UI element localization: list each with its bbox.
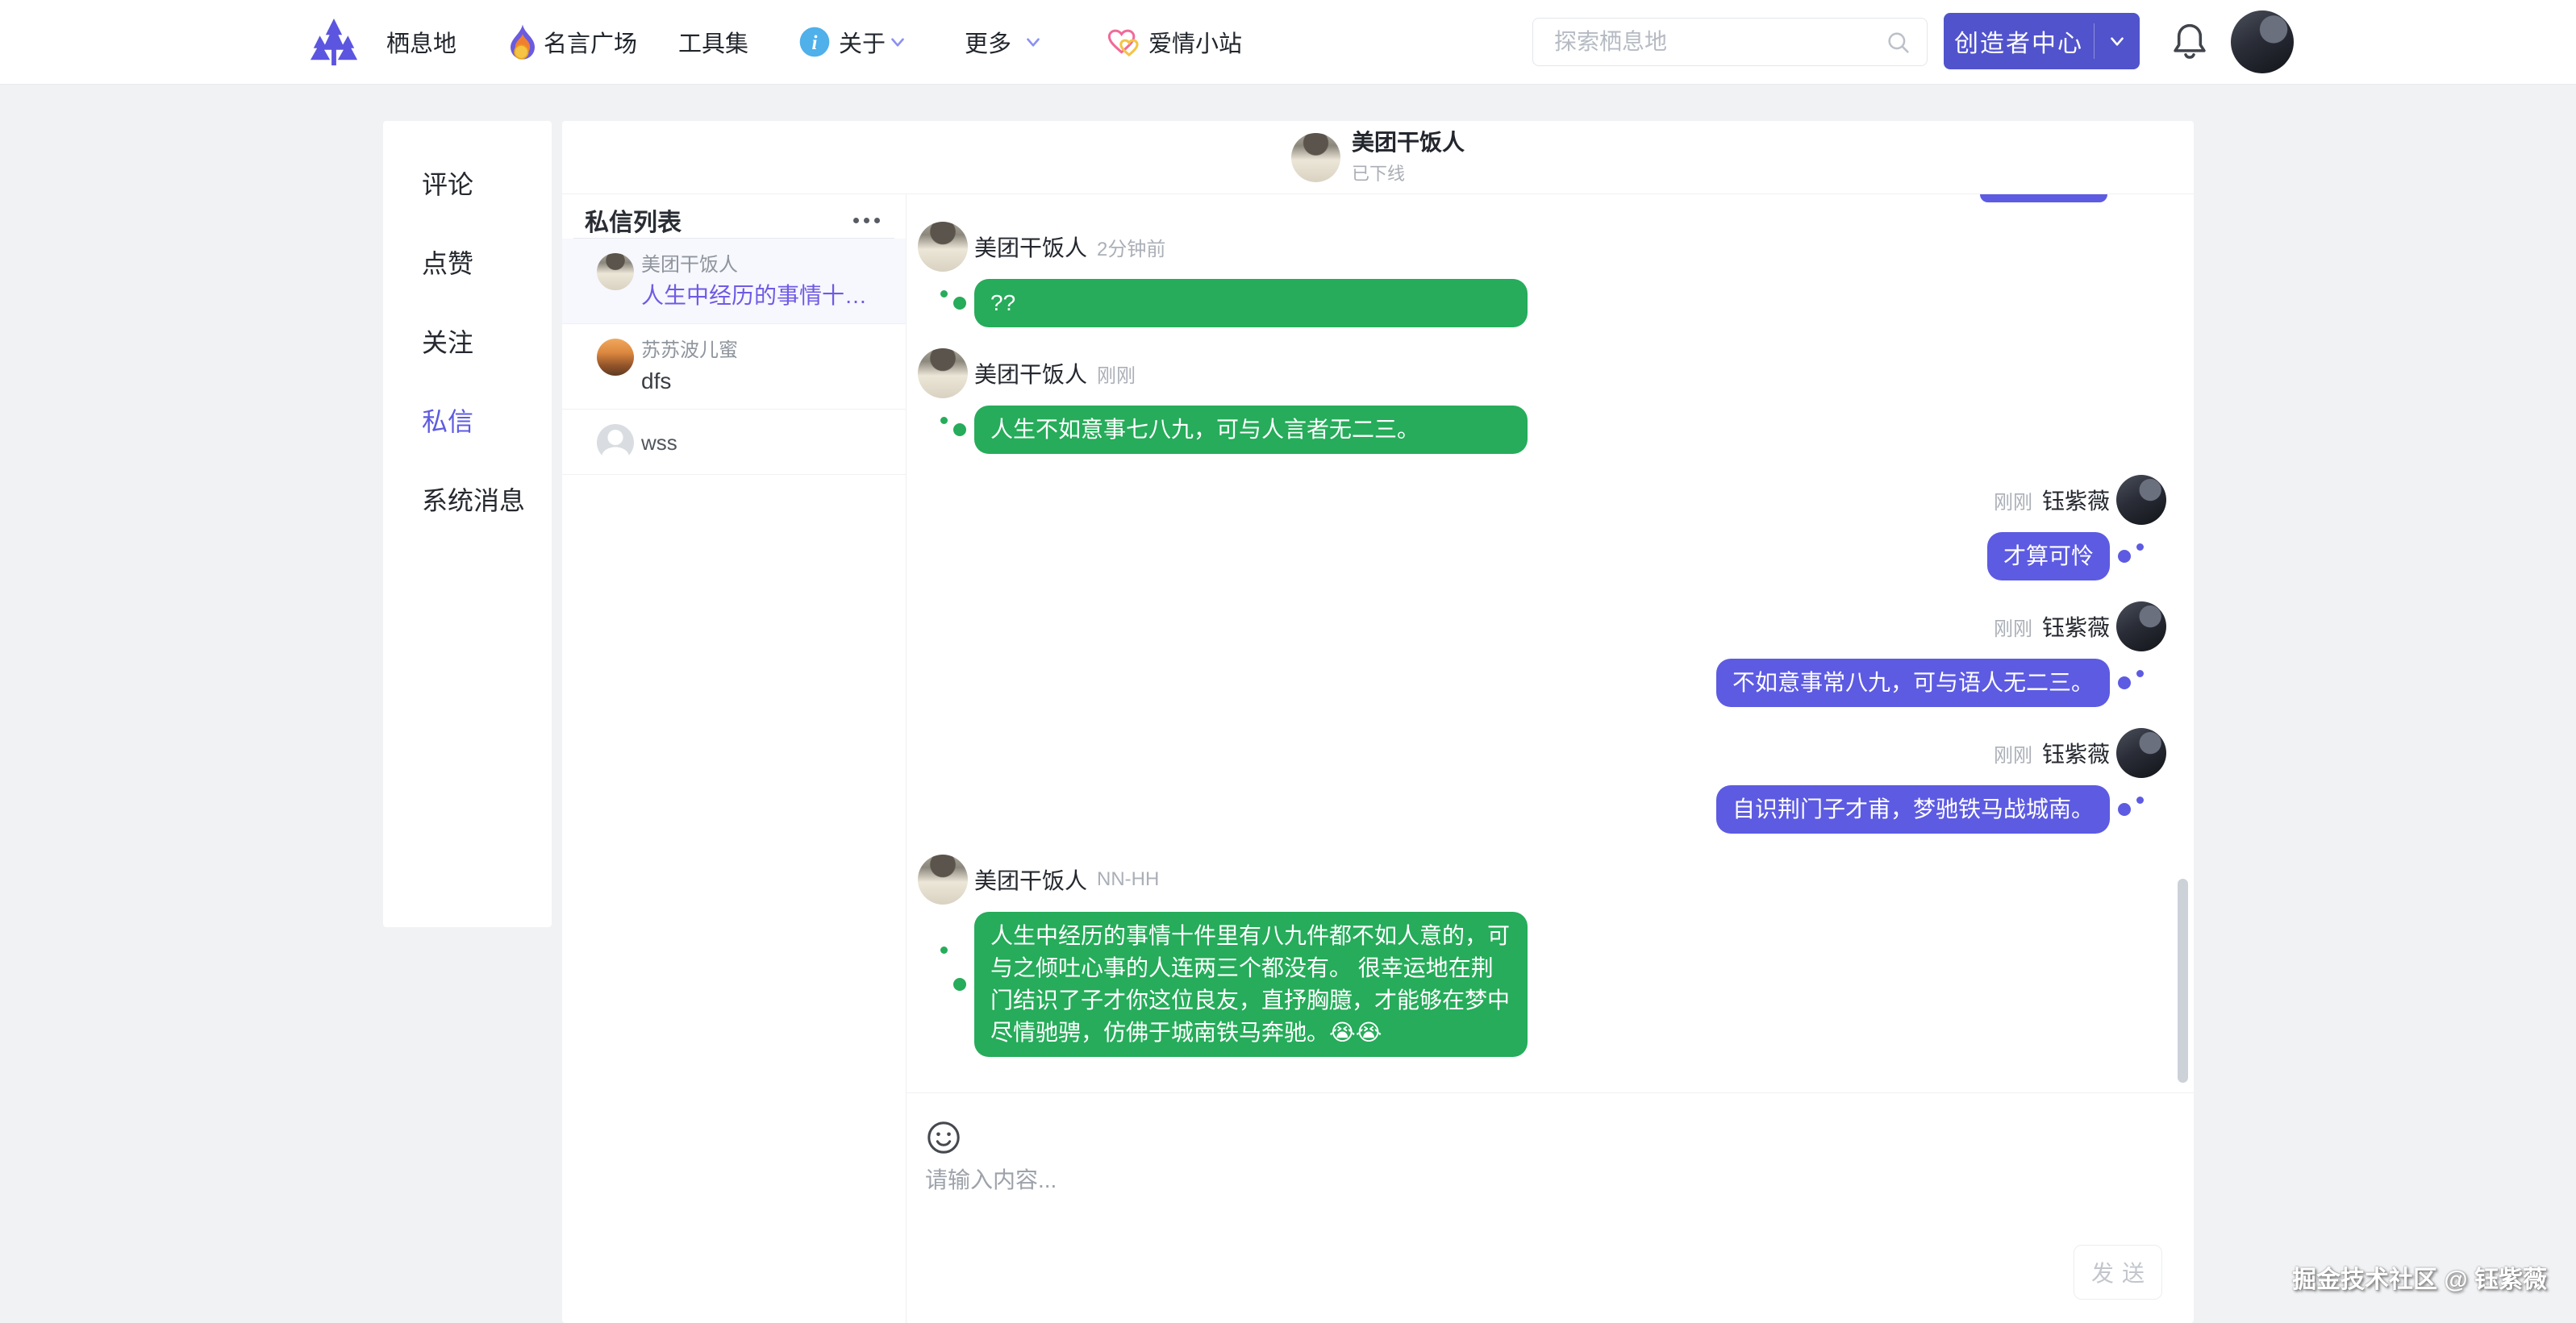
notifications-bell[interactable] <box>2170 19 2210 64</box>
sidebar-item[interactable]: 评论 <box>383 144 552 223</box>
message-author: 美团干饭人 <box>974 357 1087 389</box>
chat-scrollbar-thumb[interactable] <box>2178 879 2188 1083</box>
notification-sidebar: 评论 点赞 关注 私信 系统消息 <box>383 121 552 927</box>
conversation-preview: 人生中经历的事情十件... <box>641 281 883 310</box>
sidebar-item-label: 系统消息 <box>422 481 525 518</box>
nav-item-home[interactable]: 栖息地 <box>386 25 456 59</box>
message-author: 钰紫薇 <box>2042 484 2110 516</box>
message-bubble: 自识荆门子才甫，梦驰铁马战城南。 <box>1716 785 2110 834</box>
svg-text:i: i <box>812 32 818 54</box>
sidebar-item[interactable]: 点赞 <box>383 223 552 302</box>
chat-message: 美团干饭人 NN-HH 人生中经历的事情十件里有八九件都不如人意的，可与之倾吐心… <box>907 855 2194 1057</box>
message-avatar[interactable] <box>918 855 968 905</box>
conversation-avatar <box>597 253 634 290</box>
nav-item-tools[interactable]: 工具集 <box>678 25 748 59</box>
conversation-item[interactable]: 苏苏波儿蜜 dfs <box>562 324 906 410</box>
search-icon[interactable] <box>1885 29 1912 56</box>
info-circle-icon: i <box>798 26 831 58</box>
composer-divider <box>907 1092 2194 1093</box>
smiley-icon[interactable] <box>925 1119 962 1156</box>
flame-coin-icon <box>506 23 539 61</box>
peer-avatar[interactable] <box>1291 133 1340 182</box>
message-bubble: 才算可怜 <box>1987 532 2110 580</box>
sidebar-item[interactable]: 关注 <box>383 302 552 381</box>
conversation-name: wss <box>641 424 677 461</box>
message-author: 钰紫薇 <box>2042 610 2110 643</box>
conversation-name: 苏苏波儿蜜 <box>641 339 738 363</box>
message-bubble: 人生中经历的事情十件里有八九件都不如人意的，可与之倾吐心事的人连两三个都没有。 … <box>974 912 1528 1057</box>
conversation-item[interactable]: 美团干饭人 人生中经历的事情十件... <box>562 239 906 324</box>
message-avatar[interactable] <box>918 348 968 398</box>
bell-icon <box>2170 19 2210 64</box>
chat-message: 钰紫薇 刚刚 不如意事常八九，可与语人无二三。 <box>907 601 2194 707</box>
message-time: NN-HH <box>1097 868 1159 891</box>
peer-status: 已下线 <box>1352 160 1465 185</box>
chat-message: 钰紫薇 刚刚 才算可怜 <box>907 475 2194 580</box>
nav-item-about[interactable]: 关于 <box>839 25 886 59</box>
message-avatar[interactable] <box>2116 475 2166 525</box>
conversation-list: 私信列表 美团干饭人 人生中经历的事情十件... 苏苏波儿蜜 <box>562 194 907 1323</box>
creator-center-label: 创造者中心 <box>1944 23 2094 59</box>
top-navbar: 栖息地 名言广场 工具集 i 关于 更多 爱情小站 创造者中心 <box>0 0 2576 85</box>
message-time: 刚刚 <box>1994 486 2032 514</box>
conversation-avatar <box>597 339 634 376</box>
conversation-item[interactable]: wss <box>562 410 906 475</box>
sidebar-item-label: 评论 <box>422 164 473 202</box>
peer-name: 美团干饭人 <box>1352 130 1465 156</box>
message-bubble: ?? <box>974 279 1528 327</box>
creator-center-button[interactable]: 创造者中心 <box>1944 13 2140 69</box>
chat-message: 美团干饭人 2分钟前 ?? <box>907 222 2194 327</box>
send-button[interactable]: 发送 <box>2074 1245 2162 1300</box>
watermark: 掘金技术社区 @ 钰紫薇 <box>2292 1259 2547 1295</box>
message-bubble: 人生不如意事七八九，可与人言者无二三。 <box>974 406 1528 454</box>
chevron-down-icon[interactable] <box>1023 31 1044 52</box>
chat-header: 美团干饭人 已下线 <box>562 121 2194 194</box>
conversation-name: 美团干饭人 <box>641 253 883 277</box>
user-avatar[interactable] <box>2231 10 2294 73</box>
conversation-list-title: 私信列表 <box>585 202 682 238</box>
chat-message: 美团干饭人 刚刚 人生不如意事七八九，可与人言者无二三。 <box>907 348 2194 454</box>
conversation-preview: dfs <box>641 367 738 396</box>
message-author: 美团干饭人 <box>974 231 1087 263</box>
sidebar-item-label: 点赞 <box>422 243 473 281</box>
messages-panel: 美团干饭人 已下线 私信列表 美团干饭人 人生中经历的事情十件... <box>562 121 2194 1323</box>
chevron-down-icon[interactable] <box>2107 31 2128 52</box>
site-logo-icon[interactable] <box>309 15 359 69</box>
nav-item-love[interactable]: 爱情小站 <box>1148 25 1242 59</box>
sidebar-item[interactable]: 私信 <box>383 381 552 460</box>
message-author: 美团干饭人 <box>974 863 1087 896</box>
chevron-down-icon[interactable] <box>887 31 908 52</box>
conversation-avatar <box>597 424 634 461</box>
message-time: 2分钟前 <box>1097 233 1165 261</box>
sidebar-item-label: 关注 <box>422 322 473 360</box>
search-input[interactable] <box>1533 19 1927 65</box>
chat-messages-area: 美团干饭人 2分钟前 ?? 美团干饭人 刚刚 人生不如意事七八九，可与人言者无二… <box>907 194 2194 1092</box>
global-search <box>1532 18 1928 66</box>
double-hearts-icon <box>1107 25 1142 59</box>
message-bubble: 不如意事常八九，可与语人无二三。 <box>1716 659 2110 707</box>
message-author: 钰紫薇 <box>2042 737 2110 769</box>
sidebar-item-label: 私信 <box>422 401 473 439</box>
nav-item-quotes[interactable]: 名言广场 <box>544 25 637 59</box>
message-time: 刚刚 <box>1994 613 2032 641</box>
message-avatar[interactable] <box>918 222 968 272</box>
message-avatar[interactable] <box>2116 601 2166 651</box>
chat-message: 钰紫薇 刚刚 自识荆门子才甫，梦驰铁马战城南。 <box>907 728 2194 834</box>
ellipsis-icon[interactable] <box>852 213 882 228</box>
message-input[interactable] <box>925 1156 2135 1204</box>
message-time: 刚刚 <box>1994 739 2032 768</box>
nav-item-more[interactable]: 更多 <box>965 25 1011 59</box>
message-avatar[interactable] <box>2116 728 2166 778</box>
message-time: 刚刚 <box>1097 360 1136 388</box>
sidebar-item[interactable]: 系统消息 <box>383 460 552 539</box>
